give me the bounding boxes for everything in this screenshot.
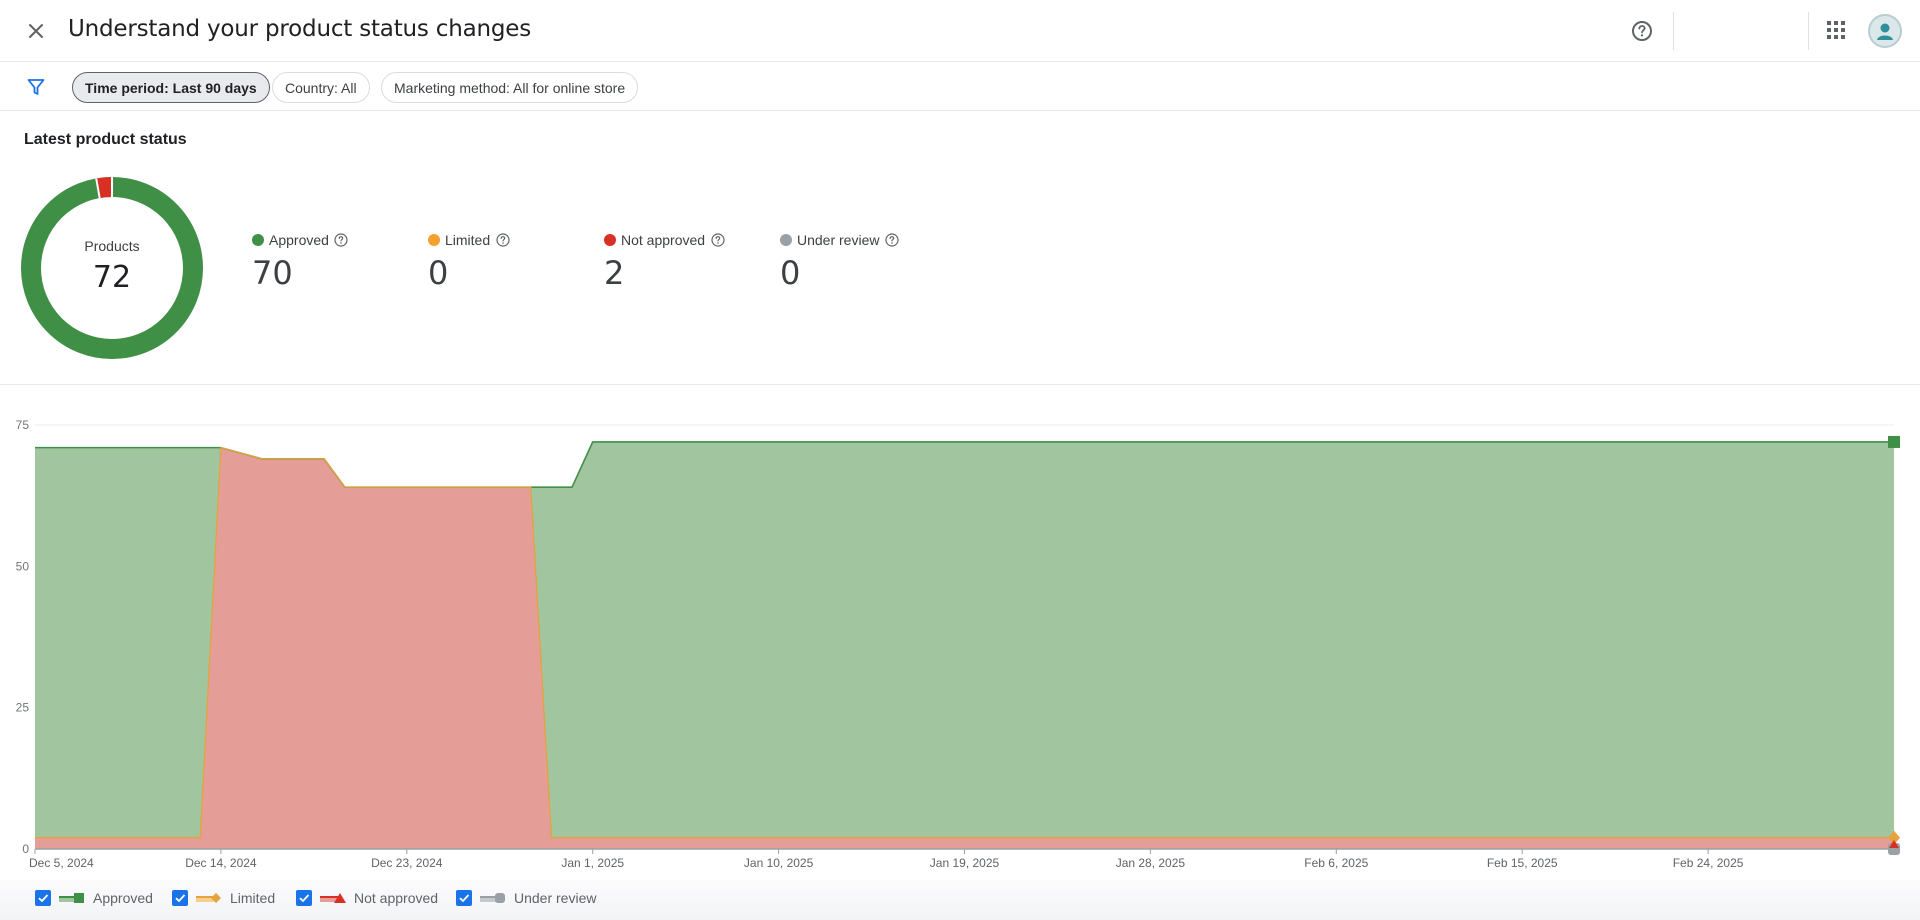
approved-dot-icon [252, 234, 264, 246]
header-divider [1808, 12, 1809, 50]
x-tick-label: Feb 6, 2025 [1304, 856, 1368, 870]
approved-end-marker [1888, 435, 1900, 448]
stat-value: 0 [428, 254, 449, 292]
legend-diamond-marker-icon [196, 893, 221, 903]
help-button[interactable] [1626, 16, 1658, 46]
top-header: Understand your product status changes [0, 0, 1920, 62]
checkbox-checked-icon[interactable] [35, 890, 51, 906]
y-tick-label: 50 [16, 559, 30, 573]
stat-label: Under review [797, 232, 880, 248]
x-tick-label: Dec 14, 2024 [185, 856, 257, 870]
help-icon [1632, 21, 1652, 41]
legend-triangle-marker-icon [320, 893, 346, 903]
legend-item-not-approved[interactable]: Not approved [296, 890, 438, 906]
stat-limited: Limited 0 [428, 232, 510, 292]
help-circle-icon[interactable] [334, 233, 349, 248]
help-circle-icon[interactable] [710, 233, 725, 248]
filter-button[interactable] [24, 75, 48, 99]
filter-chip-marketing-method[interactable]: Marketing method: All for online store [381, 72, 639, 103]
stat-label: Approved [269, 232, 329, 248]
x-tick-label: Feb 15, 2025 [1487, 856, 1558, 870]
y-tick-label: 25 [16, 701, 30, 715]
section-divider [0, 384, 1920, 385]
legend-item-limited[interactable]: Limited [172, 890, 275, 906]
x-tick-label: Dec 5, 2024 [29, 856, 94, 870]
help-circle-icon[interactable] [884, 233, 899, 248]
x-tick-label: Dec 23, 2024 [371, 856, 443, 870]
stat-not-approved: Not approved 2 [604, 232, 725, 292]
filter-funnel-icon [27, 79, 45, 95]
header-divider [1673, 12, 1674, 50]
x-tick-label: Jan 28, 2025 [1116, 856, 1186, 870]
x-tick-label: Jan 19, 2025 [930, 856, 1000, 870]
checkbox-checked-icon[interactable] [172, 890, 188, 906]
x-tick-label: Jan 1, 2025 [561, 856, 624, 870]
stat-label: Not approved [621, 232, 706, 248]
close-button[interactable] [20, 16, 52, 46]
legend-item-under-review[interactable]: Under review [456, 890, 596, 906]
y-tick-label: 75 [16, 418, 30, 432]
legend-label: Limited [230, 890, 276, 906]
donut-not-approved-arc [96, 177, 113, 199]
not-approved-dot-icon [604, 234, 616, 246]
avatar-icon [1877, 23, 1893, 40]
stat-value: 70 [252, 254, 293, 292]
stat-value: 2 [604, 254, 625, 292]
stat-under-review: Under review 0 [780, 232, 899, 292]
apps-button[interactable] [1820, 14, 1852, 46]
legend-rounded-marker-icon [480, 893, 505, 903]
help-circle-icon[interactable] [495, 233, 510, 248]
close-icon [29, 24, 43, 38]
apps-grid-icon [1827, 21, 1845, 39]
filter-chip-country[interactable]: Country: All [272, 72, 370, 103]
donut-label: Products [84, 238, 140, 254]
stat-approved: Approved 70 [252, 232, 349, 292]
y-tick-label: 0 [22, 842, 29, 856]
checkbox-checked-icon[interactable] [296, 890, 312, 906]
x-tick-label: Jan 10, 2025 [744, 856, 814, 870]
under-review-dot-icon [780, 234, 792, 246]
legend-label: Approved [93, 890, 153, 906]
legend-label: Under review [514, 890, 597, 906]
stat-value: 0 [780, 254, 801, 292]
chart-legend: Approved Limited Not approved Under revi… [0, 880, 1920, 920]
donut-total-value: 72 [92, 260, 132, 295]
status-history-area-chart: 0 25 50 75 Dec 5, 2024 Dec 14, 2024 Dec 23, 20… [16, 418, 1900, 870]
limited-dot-icon [428, 234, 440, 246]
legend-label: Not approved [354, 890, 439, 906]
legend-square-marker-icon [59, 893, 84, 903]
stat-label: Limited [445, 232, 491, 248]
page-title: Understand your product status changes [68, 16, 532, 42]
section-title: Latest product status [24, 131, 187, 148]
account-avatar[interactable] [1868, 14, 1902, 48]
checkbox-checked-icon[interactable] [456, 890, 472, 906]
filter-chip-time-period[interactable]: Time period: Last 90 days [72, 72, 270, 103]
x-tick-label: Feb 24, 2025 [1673, 856, 1744, 870]
filter-bar: Time period: Last 90 days Country: All M… [0, 63, 1920, 111]
legend-item-approved[interactable]: Approved [35, 890, 153, 906]
